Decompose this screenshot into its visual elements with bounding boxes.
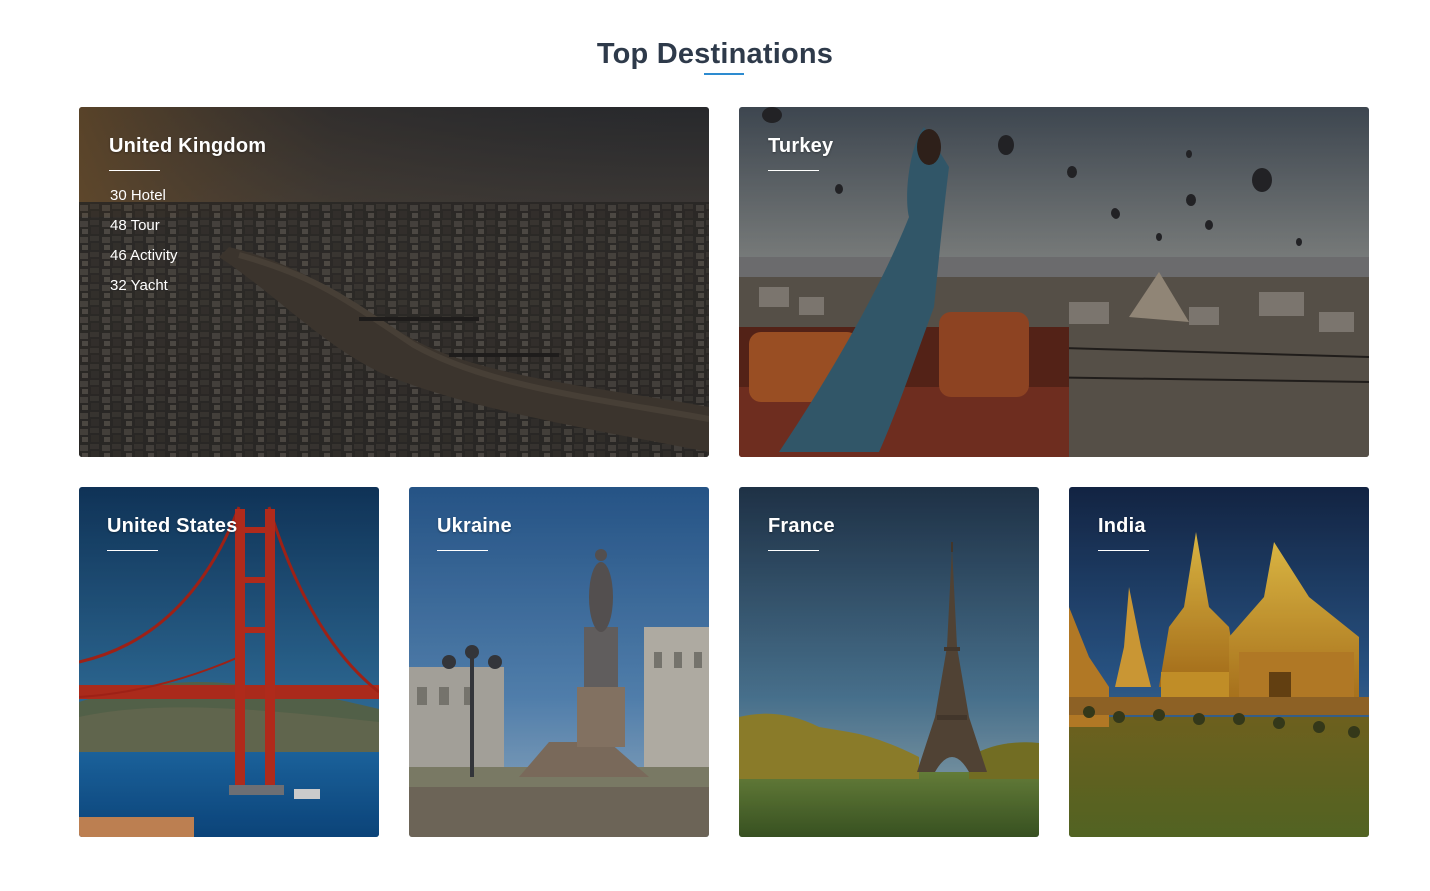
title-divider	[107, 550, 158, 551]
stat-tours: 48 Tour	[110, 217, 160, 234]
golden-temple-photo	[1069, 487, 1369, 837]
title-divider	[437, 550, 488, 551]
stat-hotels: 30 Hotel	[110, 187, 166, 204]
stat-activities: 46 Activity	[110, 247, 178, 264]
eiffel-tower-photo	[739, 487, 1039, 837]
golden-gate-bridge-photo	[79, 487, 379, 837]
destination-stats-list: 30 Hotel 48 Tour 46 Activity 32 Yacht	[110, 186, 178, 306]
woman-balloons-cappadocia-photo	[739, 107, 1369, 457]
destination-card-united-kingdom[interactable]: United Kingdom 30 Hotel 48 Tour 46 Activ…	[79, 107, 709, 457]
destination-name: India	[1098, 515, 1146, 537]
title-divider	[768, 170, 819, 171]
destination-card-ukraine[interactable]: Ukraine	[409, 487, 709, 837]
destination-card-united-states[interactable]: United States	[79, 487, 379, 837]
title-underline	[704, 73, 744, 75]
destination-name: Turkey	[768, 135, 834, 157]
destination-name: United States	[107, 515, 238, 537]
destination-name: Ukraine	[437, 515, 512, 537]
section-title: Top Destinations	[596, 38, 834, 71]
monument-square-photo	[409, 487, 709, 837]
title-divider	[768, 550, 819, 551]
stat-yachts: 32 Yacht	[110, 277, 168, 294]
destination-card-turkey[interactable]: Turkey	[739, 107, 1369, 457]
destination-name: United Kingdom	[109, 135, 267, 157]
destination-name: France	[768, 515, 835, 537]
destination-card-france[interactable]: France	[739, 487, 1039, 837]
title-divider	[1098, 550, 1149, 551]
title-divider	[109, 170, 160, 171]
destination-card-india[interactable]: India	[1069, 487, 1369, 837]
